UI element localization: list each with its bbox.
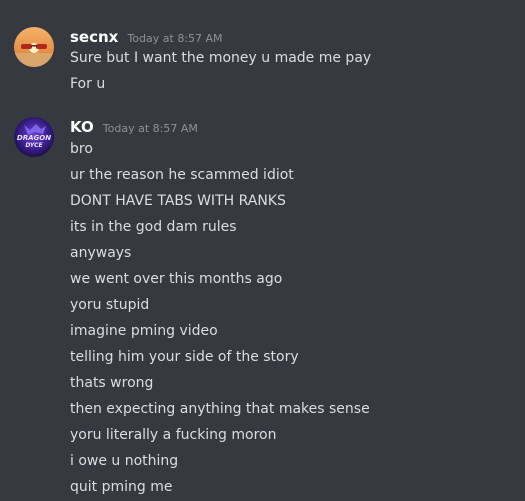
message-text: For u <box>70 76 106 92</box>
message-lines: bro ur the reason he scammed idiot DONT … <box>70 136 370 500</box>
message-text: imagine pming video <box>70 323 218 339</box>
message-lines: Sure but I want the money u made me pay … <box>70 45 371 97</box>
message-text: yoru stupid <box>70 297 150 313</box>
timestamp: Today at 8:57 AM <box>127 32 223 45</box>
message-text: its in the god dam rules <box>70 219 237 235</box>
timestamp: Today at 8:57 AM <box>102 122 198 135</box>
message-text: yoru literally a fucking moron <box>70 427 277 443</box>
message-text: telling him your side of the story <box>70 349 299 365</box>
message-text: then expecting anything that makes sense <box>70 401 370 417</box>
message-text: Sure but I want the money u made me pay <box>70 50 372 66</box>
message-text: thats wrong <box>70 375 154 391</box>
username[interactable]: secnx <box>70 28 118 46</box>
chat-message-list: secnx Today at 8:57 AM Sure but I want t… <box>0 0 525 501</box>
avatar-logo-subtext: DYCE <box>25 142 43 149</box>
sunset-beach-avatar-icon <box>14 27 54 67</box>
message-text: anyways <box>70 245 132 261</box>
dragon-logo-avatar-icon: DRAGON DYCE <box>14 117 54 157</box>
avatar-logo-text: DRAGON <box>17 134 51 142</box>
message-text: DONT HAVE TABS WITH RANKS <box>70 193 286 209</box>
message-text: i owe u nothing <box>70 453 179 469</box>
user-avatar[interactable]: DRAGON DYCE <box>14 117 54 157</box>
message-text: bro <box>70 141 93 157</box>
message-text: quit pming me <box>70 479 173 495</box>
message-text: we went over this months ago <box>70 271 283 287</box>
username[interactable]: KO <box>70 118 94 136</box>
user-avatar[interactable] <box>14 27 54 67</box>
message-text: ur the reason he scammed idiot <box>70 167 294 183</box>
